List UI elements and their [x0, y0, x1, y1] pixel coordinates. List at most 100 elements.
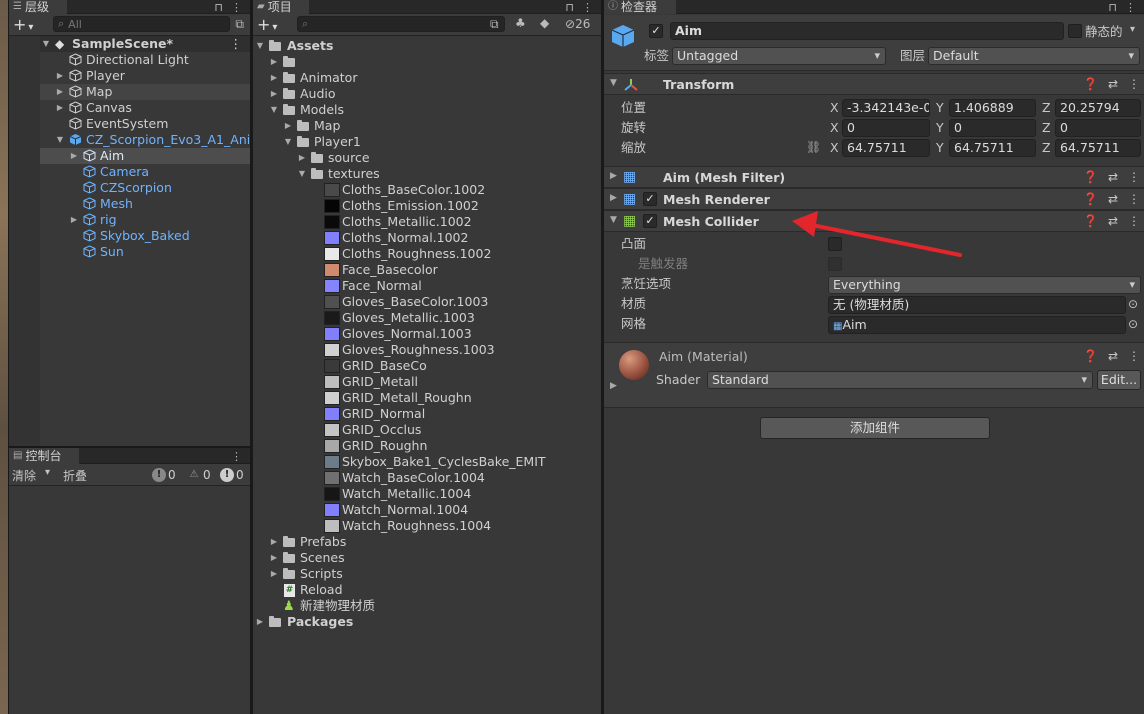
folder-player1[interactable]: ▼ Player1 [253, 134, 601, 150]
splitter[interactable] [250, 0, 253, 714]
mesh-filter-header[interactable]: ▶ ▦ Aim (Mesh Filter) ❓ ⇄ ⋮ [604, 166, 1144, 188]
chevron-right-icon[interactable]: ▶ [269, 86, 279, 102]
texture-asset-row[interactable]: Watch_BaseColor.1004 [253, 470, 601, 486]
hierarchy-item-rig[interactable]: ▶ rig [9, 212, 250, 228]
chevron-down-icon[interactable]: ▼ [610, 215, 617, 225]
asset-reload[interactable]: # Reload [253, 582, 601, 598]
hierarchy-item-sun[interactable]: Sun [9, 244, 250, 260]
lock-icon[interactable]: ⊓ [1108, 1, 1117, 14]
chevron-right-icon[interactable]: ▶ [610, 193, 617, 203]
hierarchy-item-canvas[interactable]: ▶ Canvas [9, 100, 250, 116]
warning-count-toggle[interactable]: ⚠ 0 [187, 467, 211, 483]
chevron-down-icon[interactable]: ▼ [610, 78, 617, 88]
transform-header[interactable]: ▼ Transform ❓ ⇄ ⋮ [604, 73, 1144, 95]
texture-asset-row[interactable]: Gloves_Normal.1003 [253, 326, 601, 342]
chevron-right-icon[interactable]: ▶ [269, 566, 279, 582]
static-checkbox[interactable] [1068, 24, 1082, 38]
layer-dropdown[interactable]: Default [928, 47, 1140, 65]
presets-icon[interactable]: ⇄ [1108, 170, 1118, 184]
chevron-right-icon[interactable]: ▶ [283, 118, 293, 134]
presets-icon[interactable]: ⇄ [1108, 349, 1118, 363]
chevron-right-icon[interactable]: ▶ [297, 150, 307, 166]
help-icon[interactable]: ❓ [1083, 214, 1098, 228]
chevron-right-icon[interactable]: ▶ [55, 68, 65, 84]
object-name-input[interactable]: Aim [670, 22, 1064, 40]
texture-asset-row[interactable]: Cloths_BaseColor.1002 [253, 182, 601, 198]
cooking-options-dropdown[interactable]: Everything [828, 276, 1141, 294]
tab-project[interactable]: ▰ 项目 [253, 0, 309, 14]
project-search-input[interactable]: ⌕ [297, 16, 505, 32]
kebab-menu-icon[interactable]: ⋮ [1128, 214, 1140, 228]
asset-physic-material[interactable]: ♟ 新建物理材质 [253, 598, 601, 614]
texture-asset-row[interactable]: GRID_Metall [253, 374, 601, 390]
collapse-button[interactable]: 折叠 [63, 467, 87, 484]
chevron-right-icon[interactable]: ▶ [55, 100, 65, 116]
kebab-menu-icon[interactable]: ⋮ [230, 36, 243, 52]
folder-scenes[interactable]: ▶ Scenes [253, 550, 601, 566]
help-icon[interactable]: ❓ [1083, 170, 1098, 184]
texture-asset-row[interactable]: Face_Normal [253, 278, 601, 294]
texture-asset-row[interactable]: Gloves_BaseColor.1003 [253, 294, 601, 310]
scene-row[interactable]: ▼ ◆ SampleScene* ⋮ [9, 36, 250, 52]
chevron-down-icon[interactable]: ▼ [269, 102, 279, 118]
chevron-right-icon[interactable]: ▶ [610, 171, 617, 181]
rotation-y-input[interactable]: 0 [949, 119, 1036, 137]
chevron-down-icon[interactable]: ▼ [297, 166, 307, 182]
mesh-collider-enabled-checkbox[interactable]: ✓ [643, 214, 657, 228]
folder-source[interactable]: ▶ source [253, 150, 601, 166]
presets-icon[interactable]: ⇄ [1108, 192, 1118, 206]
texture-asset-row[interactable]: Watch_Metallic.1004 [253, 486, 601, 502]
folder-audio[interactable]: ▶ Audio [253, 86, 601, 102]
folder-assets[interactable]: ▼ Assets [253, 38, 601, 54]
hierarchy-item-cz-scorpion[interactable]: ▼ CZ_Scorpion_Evo3_A1_Anim [9, 132, 262, 148]
hierarchy-item-map[interactable]: ◉ ✋ ▶ Map [9, 84, 250, 100]
hierarchy-search-input[interactable]: ⌕ All [53, 16, 230, 32]
chevron-right-icon[interactable]: ▶ [69, 212, 79, 228]
texture-asset-row[interactable]: Cloths_Roughness.1002 [253, 246, 601, 262]
physic-material-field[interactable]: 无 (物理材质) [828, 296, 1126, 314]
hierarchy-item-eventsystem[interactable]: EventSystem [9, 116, 250, 132]
texture-asset-row[interactable]: GRID_Normal [253, 406, 601, 422]
shader-dropdown[interactable]: Standard [707, 371, 1093, 389]
help-icon[interactable]: ❓ [1083, 192, 1098, 206]
object-picker-icon[interactable]: ⊙ [1128, 297, 1138, 311]
kebab-menu-icon[interactable]: ⋮ [1128, 192, 1140, 206]
scale-y-input[interactable]: 64.75711 [949, 139, 1036, 157]
rotation-x-input[interactable]: 0 [842, 119, 930, 137]
help-icon[interactable]: ❓ [1083, 77, 1098, 91]
create-asset-dropdown[interactable]: + ▾ [257, 15, 277, 34]
kebab-menu-icon[interactable]: ⋮ [231, 1, 242, 14]
tag-dropdown[interactable]: Untagged [672, 47, 886, 65]
chevron-right-icon[interactable]: ▶ [69, 148, 79, 164]
kebab-menu-icon[interactable]: ⋮ [582, 1, 593, 14]
texture-asset-row[interactable]: Cloths_Emission.1002 [253, 198, 601, 214]
filter-by-label-icon[interactable]: ◆ [540, 16, 549, 30]
lock-icon[interactable]: ⊓ [214, 1, 223, 14]
kebab-menu-icon[interactable]: ⋮ [1128, 349, 1140, 363]
hidden-packages-toggle[interactable]: ⊘26 [565, 17, 590, 31]
chevron-right-icon[interactable]: ▶ [269, 534, 279, 550]
mesh-field[interactable]: ▦Aim [828, 316, 1126, 334]
texture-asset-row[interactable]: GRID_Metall_Roughn [253, 390, 601, 406]
texture-asset-row[interactable]: Gloves_Metallic.1003 [253, 310, 601, 326]
kebab-menu-icon[interactable]: ⋮ [1125, 1, 1136, 14]
texture-asset-row[interactable]: GRID_Occlus [253, 422, 601, 438]
filter-by-type-icon[interactable]: ♣ [515, 16, 526, 30]
active-checkbox[interactable]: ✓ [649, 24, 663, 38]
folder-packages[interactable]: ▶ Packages [253, 614, 601, 630]
texture-asset-row[interactable]: Skybox_Bake1_CyclesBake_EMIT [253, 454, 601, 470]
folder-models[interactable]: ▼ Models [253, 102, 601, 118]
chevron-right-icon[interactable]: ▶ [255, 614, 265, 630]
texture-asset-row[interactable]: Watch_Roughness.1004 [253, 518, 601, 534]
folder-map[interactable]: ▶ Map [253, 118, 601, 134]
tab-console[interactable]: ▤ 控制台 [9, 448, 79, 464]
tab-inspector[interactable]: ⓘ 检查器 [604, 0, 676, 14]
kebab-menu-icon[interactable]: ⋮ [1128, 170, 1140, 184]
chevron-right-icon[interactable]: ▶ [55, 84, 65, 100]
presets-icon[interactable]: ⇄ [1108, 214, 1118, 228]
tab-hierarchy[interactable]: ☰ 层级 [9, 0, 67, 14]
clear-options-caret-icon[interactable]: ▾ [45, 467, 50, 478]
texture-asset-row[interactable]: Cloths_Normal.1002 [253, 230, 601, 246]
chevron-down-icon[interactable]: ▼ [283, 134, 293, 150]
chevron-down-icon[interactable]: ▼ [41, 36, 51, 52]
